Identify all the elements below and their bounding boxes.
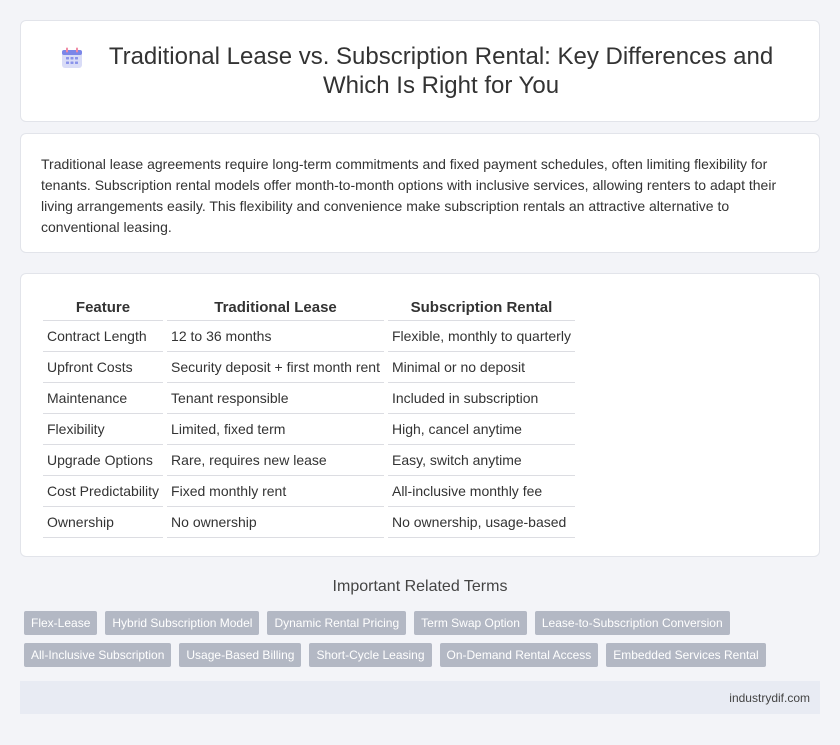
cell-traditional: Tenant responsible [167, 383, 384, 414]
title-wrap: Traditional Lease vs. Subscription Renta… [21, 42, 819, 100]
intro-text: Traditional lease agreements require lon… [41, 156, 777, 235]
cell-traditional: Limited, fixed term [167, 414, 384, 445]
cell-subscription: High, cancel anytime [387, 414, 575, 445]
table-row: Maintenance Tenant responsible Included … [43, 383, 575, 414]
tag-dynamic-rental-pricing[interactable]: Dynamic Rental Pricing [267, 611, 407, 635]
comparison-table: Feature Traditional Lease Subscription R… [39, 295, 579, 538]
cell-subscription: Flexible, monthly to quarterly [387, 321, 575, 352]
footer-site: industrydif.com [729, 690, 810, 705]
cell-traditional: No ownership [167, 507, 384, 538]
tag-hybrid-subscription-model[interactable]: Hybrid Subscription Model [105, 611, 260, 635]
calendar-icon [62, 47, 82, 68]
table-row: Cost Predictability Fixed monthly rent A… [43, 476, 575, 507]
related-terms-tags: Flex-Lease Hybrid Subscription Model Dyn… [20, 611, 820, 675]
table-row: Contract Length 12 to 36 months Flexible… [43, 321, 575, 352]
cell-traditional: 12 to 36 months [167, 321, 384, 352]
cell-feature: Ownership [43, 507, 164, 538]
tag-lease-to-subscription-conversion[interactable]: Lease-to-Subscription Conversion [534, 611, 730, 635]
cell-feature: Upfront Costs [43, 352, 164, 383]
cell-traditional: Rare, requires new lease [167, 445, 384, 476]
title-card: Traditional Lease vs. Subscription Renta… [20, 20, 820, 122]
footer: industrydif.com [20, 681, 820, 714]
cell-subscription: All-inclusive monthly fee [387, 476, 575, 507]
cell-subscription: Easy, switch anytime [387, 445, 575, 476]
tag-usage-based-billing[interactable]: Usage-Based Billing [179, 643, 302, 667]
cell-subscription: No ownership, usage-based [387, 507, 575, 538]
cell-feature: Contract Length [43, 321, 164, 352]
cell-feature: Cost Predictability [43, 476, 164, 507]
cell-subscription: Minimal or no deposit [387, 352, 575, 383]
header-subscription-rental: Subscription Rental [387, 295, 575, 321]
header-traditional-lease: Traditional Lease [167, 295, 384, 321]
tag-embedded-services-rental[interactable]: Embedded Services Rental [606, 643, 766, 667]
cell-feature: Flexibility [43, 414, 164, 445]
cell-subscription: Included in subscription [387, 383, 575, 414]
page-title: Traditional Lease vs. Subscription Renta… [108, 43, 774, 99]
tag-flex-lease[interactable]: Flex-Lease [24, 611, 98, 635]
tag-on-demand-rental-access[interactable]: On-Demand Rental Access [439, 643, 599, 667]
table-row: Upfront Costs Security deposit + first m… [43, 352, 575, 383]
related-terms-section: Important Related Terms Flex-Lease Hybri… [20, 578, 820, 675]
table-row: Upgrade Options Rare, requires new lease… [43, 445, 575, 476]
cell-feature: Upgrade Options [43, 445, 164, 476]
table-row: Ownership No ownership No ownership, usa… [43, 507, 575, 538]
table-row: Flexibility Limited, fixed term High, ca… [43, 414, 575, 445]
tag-term-swap-option[interactable]: Term Swap Option [414, 611, 527, 635]
cell-feature: Maintenance [43, 383, 164, 414]
tag-all-inclusive-subscription[interactable]: All-Inclusive Subscription [24, 643, 172, 667]
tag-short-cycle-leasing[interactable]: Short-Cycle Leasing [309, 643, 432, 667]
comparison-card: Feature Traditional Lease Subscription R… [20, 273, 820, 557]
header-feature: Feature [43, 295, 164, 321]
cell-traditional: Fixed monthly rent [167, 476, 384, 507]
cell-traditional: Security deposit + first month rent [167, 352, 384, 383]
intro-card: Traditional lease agreements require lon… [20, 133, 820, 253]
related-terms-heading: Important Related Terms [332, 578, 508, 595]
table-header-row: Feature Traditional Lease Subscription R… [43, 295, 575, 321]
